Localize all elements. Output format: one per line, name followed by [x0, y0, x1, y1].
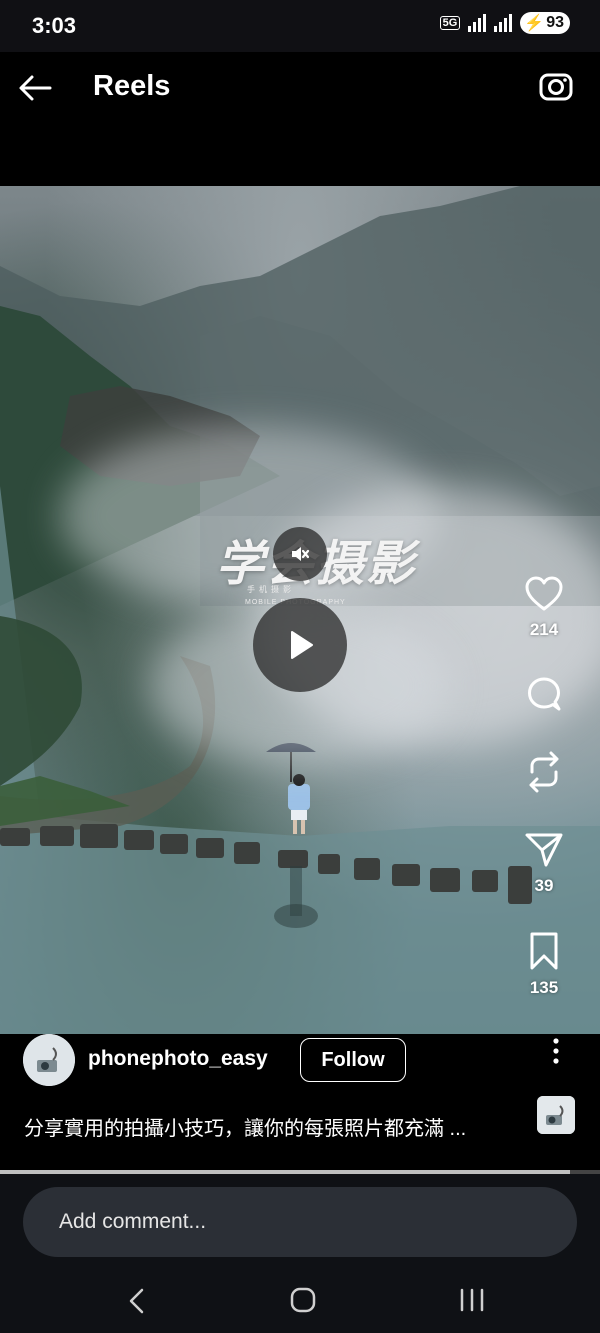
camera-button[interactable] — [536, 66, 576, 106]
like-count: 214 — [529, 620, 559, 639]
heart-icon — [525, 576, 563, 611]
repost-action[interactable] — [510, 751, 578, 798]
play-button[interactable] — [253, 598, 347, 692]
battery-indicator: ⚡ 93 — [520, 12, 570, 34]
more-vertical-icon — [553, 1038, 559, 1064]
caption[interactable]: 分享實用的拍攝小技巧，讓你的每張照片都充滿 ... — [24, 1112, 504, 1141]
comment-bubble-icon — [528, 677, 561, 711]
status-icons: 5G ⚡ 93 — [439, 12, 570, 34]
volume-off-icon — [292, 547, 310, 561]
home-circle-icon — [290, 1287, 316, 1313]
status-time: 3:03 — [32, 13, 77, 38]
save-action[interactable]: 135 — [510, 931, 578, 998]
battery-level: 93 — [546, 14, 564, 31]
bookmark-icon — [530, 932, 558, 970]
system-navigation-bar — [0, 1270, 600, 1333]
share-action[interactable]: 39 — [510, 831, 578, 896]
comment-area: Add comment... — [0, 1174, 600, 1270]
back-button[interactable] — [16, 68, 56, 108]
author-row: phonephoto_easy Follow — [0, 1034, 600, 1094]
audio-thumbnail[interactable] — [537, 1096, 575, 1134]
page-title: Reels — [93, 70, 171, 102]
reels-header: Reels — [0, 52, 600, 122]
username[interactable]: phonephoto_easy — [88, 1047, 268, 1071]
nav-home-button[interactable] — [290, 1287, 316, 1313]
comment-action[interactable] — [510, 675, 578, 720]
follow-button[interactable]: Follow — [300, 1038, 406, 1082]
chevron-left-icon — [129, 1288, 144, 1314]
signal-icon-2 — [494, 14, 513, 32]
video-overlay-subtitle: 手机摄影 — [247, 585, 295, 594]
nav-recents-button[interactable] — [458, 1287, 486, 1313]
comment-input[interactable]: Add comment... — [23, 1187, 577, 1257]
audio-thumbnail-image — [537, 1096, 575, 1134]
share-count: 39 — [534, 876, 554, 895]
network-type-icon: 5G — [439, 16, 461, 30]
repost-icon — [529, 751, 559, 793]
more-options-button[interactable] — [548, 1036, 564, 1066]
status-bar: 3:03 5G ⚡ 93 — [0, 0, 600, 52]
avatar[interactable] — [23, 1034, 75, 1086]
mute-button[interactable] — [273, 527, 327, 581]
arrow-left-icon — [19, 75, 52, 101]
play-icon — [291, 631, 313, 659]
battery-icon: ⚡ — [524, 15, 545, 32]
like-action[interactable]: 214 — [510, 575, 578, 640]
camera-icon — [539, 73, 573, 101]
save-count: 135 — [529, 978, 559, 997]
avatar-image — [23, 1034, 75, 1086]
signal-icon — [468, 14, 487, 32]
recents-icon — [460, 1288, 484, 1312]
paper-plane-icon — [525, 833, 563, 867]
nav-back-button[interactable] — [124, 1286, 150, 1316]
